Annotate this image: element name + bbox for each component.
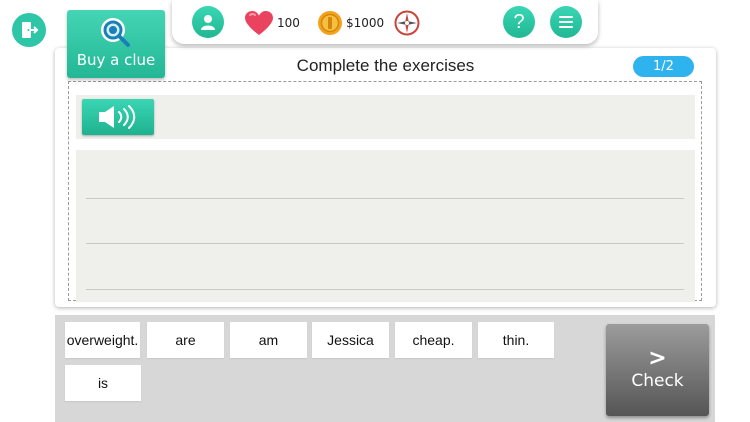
page-indicator: 1/2 <box>633 56 694 77</box>
menu-icon <box>559 16 573 28</box>
lives-counter: 100 <box>244 10 300 36</box>
word-tile[interactable]: am <box>230 322 307 358</box>
user-icon <box>201 15 215 30</box>
help-button[interactable]: ? <box>503 6 535 38</box>
speaker-icon <box>99 105 136 129</box>
profile-button[interactable] <box>192 6 224 38</box>
exercise-card: Complete the exercises 1/2 <box>55 48 716 307</box>
answer-line <box>86 289 684 290</box>
word-tile[interactable]: Jessica <box>312 322 389 358</box>
exercise-screen: Buy a clue 100 $1000 ? Complete the exer… <box>0 0 750 422</box>
top-status-bar: 100 $1000 ? <box>172 0 598 44</box>
buy-clue-button[interactable]: Buy a clue <box>67 10 165 78</box>
word-tile[interactable]: thin. <box>478 322 554 358</box>
word-tile[interactable]: cheap. <box>395 322 472 358</box>
chevron-right-icon: > <box>648 346 667 371</box>
check-button[interactable]: > Check <box>606 324 709 416</box>
menu-button[interactable] <box>550 6 582 38</box>
money-value: $1000 <box>346 16 385 30</box>
answer-line <box>86 243 684 244</box>
compass-icon[interactable] <box>394 10 420 36</box>
word-tile[interactable]: is <box>65 365 141 401</box>
check-label: Check <box>631 371 684 391</box>
word-tile[interactable]: overweight. <box>65 322 140 358</box>
exit-icon <box>22 22 39 38</box>
word-bank: overweight. are am Jessica cheap. thin. … <box>55 315 715 422</box>
magnifier-icon <box>101 18 130 47</box>
lives-value: 100 <box>277 16 300 30</box>
play-audio-button[interactable] <box>82 99 154 135</box>
exit-button[interactable] <box>12 13 46 47</box>
audio-strip <box>76 95 695 139</box>
heart-icon <box>245 11 273 35</box>
answer-drop-area[interactable] <box>76 150 695 302</box>
exercise-area <box>68 81 702 302</box>
answer-line <box>86 198 684 199</box>
buy-clue-label: Buy a clue <box>76 51 156 69</box>
word-tile[interactable]: are <box>147 322 224 358</box>
help-icon: ? <box>513 10 525 33</box>
money-counter: $1000 <box>317 10 384 36</box>
coin-icon <box>318 11 342 35</box>
